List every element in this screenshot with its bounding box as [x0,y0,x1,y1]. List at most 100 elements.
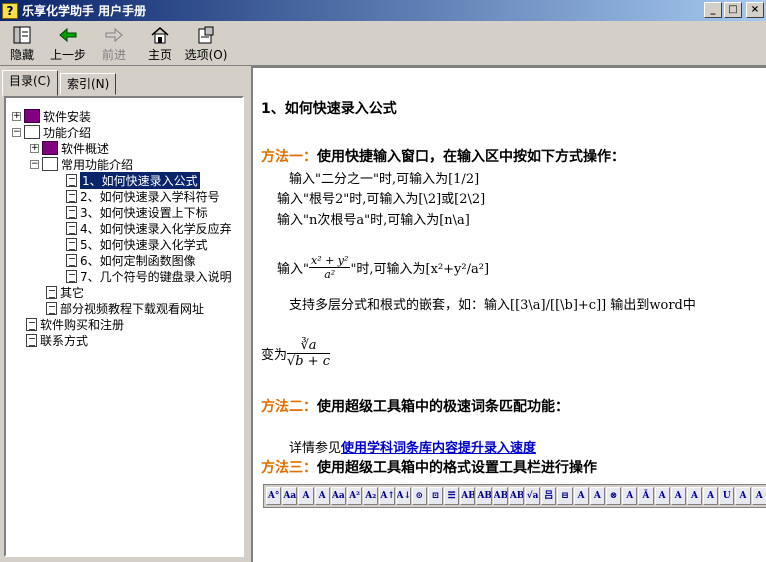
minimize-button[interactable]: _ [704,2,722,18]
example-line-2: 输入"根号2"时,可输入为[\2]或[2\2] [277,192,486,207]
tree-item-label: 6、如何定制函数图像 [80,253,196,268]
open-book-icon [42,157,58,171]
tree-item[interactable]: 4、如何快速录入化学反应弃 [66,220,232,236]
page-icon [46,285,57,299]
format-button: A² [346,487,363,505]
fraction-formula: x² + y² a² [308,254,351,281]
title-bar: ? 乐享化学助手 用户手册 _ □ × [0,0,766,21]
tree-item-label: 软件概述 [61,141,110,156]
format-button: A↑ [379,487,395,505]
example-line-4: 输入" x² + y² a² "时,可输入为[x²+y²/a²] [277,254,489,281]
format-button: A↓ [395,487,411,505]
home-icon [149,25,171,45]
toolbar: 隐藏 上一步 前进 主页 选项(O) [0,22,766,66]
page-icon [66,269,77,283]
format-button: A [654,487,670,505]
format-button: A [670,487,686,505]
format-button: AB [476,487,492,505]
tree-item-label: 7、几个符号的键盘录入说明 [80,269,232,284]
format-button: ☰ [444,487,460,505]
nav-tabs: 目录(C) 索引(N) [0,70,248,96]
method1-text: 使用快捷输入窗口，在输入区中按如下方式操作： [317,149,625,165]
maximize-button[interactable]: □ [724,2,742,18]
method3-text: 使用超级工具箱中的格式设置工具栏进行操作 [317,460,597,476]
format-button: √a [525,487,541,505]
tree-item[interactable]: 联系方式 [26,332,88,348]
method3-line: 方法三：使用超级工具箱中的格式设置工具栏进行操作 [261,457,597,477]
example-line-3: 输入"n次根号a"时,可输入为[n\a] [277,213,470,228]
hide-button[interactable]: 隐藏 [0,22,44,64]
tree-item[interactable]: 5、如何快速录入化学式 [66,236,208,252]
format-button: A [703,487,719,505]
open-book-icon [24,125,40,139]
tree-item[interactable]: − 功能介绍 [12,124,91,140]
page-icon [66,173,77,187]
options-label: 选项(O) [184,48,228,62]
format-button: A [735,487,751,505]
page-icon [46,301,57,315]
fraction-numerator: x² + y² [308,254,351,268]
nested-fraction-formula: ∛a √b + c [287,338,331,369]
tree-item[interactable]: 其它 [46,284,84,300]
page-icon [66,205,77,219]
line4-suffix: "时,可输入为[x²+y²/a²] [350,262,490,277]
tree-item-label: 4、如何快速录入化学反应弃 [80,221,232,236]
page-icon [66,221,77,235]
tree-item-label: 常用功能介绍 [61,157,134,172]
expand-icon[interactable]: + [30,143,39,153]
close-button[interactable]: × [746,2,764,18]
format-button: A₂ [363,487,379,505]
tree-item[interactable]: + 软件安装 [12,108,91,124]
collapse-icon[interactable]: − [12,127,21,137]
page-icon [66,253,77,267]
method3-label: 方法三： [261,460,317,476]
method2-line: 方法二：使用超级工具箱中的极速词条匹配功能： [261,396,569,416]
see-also-link[interactable]: 使用学科词条库内容提升录入速度 [341,441,536,456]
format-button: ⊡ [427,487,444,505]
forward-label: 前进 [101,48,126,62]
back-button[interactable]: 上一步 [46,22,90,64]
tab-contents[interactable]: 目录(C) [2,70,58,96]
options-button[interactable]: 选项(O) [184,22,228,64]
back-arrow-icon [57,25,79,45]
page-icon [66,237,77,251]
tree-item[interactable]: 6、如何定制函数图像 [66,252,196,268]
tab-index[interactable]: 索引(N) [60,73,117,95]
format-button: A [589,487,605,505]
format-button: A [573,487,589,505]
window-title: 乐享化学助手 用户手册 [22,4,147,18]
format-button: A [686,487,703,505]
tree-item[interactable]: 2、如何快速录入学科符号 [66,188,220,204]
format-button: 吕 [541,487,557,505]
method1-label: 方法一： [261,149,317,165]
home-label: 主页 [147,48,172,62]
tree-item[interactable]: + 软件概述 [30,140,109,156]
format-button: A [298,487,314,505]
collapse-icon[interactable]: − [30,159,39,169]
tree-item[interactable]: 7、几个符号的键盘录入说明 [66,268,232,284]
tree-item[interactable]: 软件购买和注册 [26,316,124,332]
tree-item-label: 5、如何快速录入化学式 [80,237,208,252]
line6-prefix: 变为 [261,348,288,363]
tree-item[interactable]: 部分视频教程下载观看网址 [46,300,204,316]
home-button[interactable]: 主页 [138,22,182,64]
help-window: ? 乐享化学助手 用户手册 _ □ × 隐藏 上一步 前进 主页 选项(O) 目… [0,0,766,562]
expand-icon[interactable]: + [12,111,21,121]
page-icon [26,333,37,347]
forward-arrow-icon [103,25,125,45]
contents-tree: + 软件安装 − 功能介绍 + 软件概述 − 常用功能介绍 1、如何快速录入公式 2、如何快速录入… [4,96,244,557]
tree-item[interactable]: 1、如何快速录入公式 [66,171,200,189]
tree-item-label: 1、如何快速录入公式 [80,171,200,189]
nested-numerator: ∛a [287,338,331,354]
tree-item[interactable]: − 常用功能介绍 [30,156,133,172]
hide-label: 隐藏 [9,48,34,62]
app-icon: ? [2,2,18,19]
forward-button[interactable]: 前进 [92,22,136,64]
format-button: A° [266,487,282,505]
see-also-prefix: 详情参见 [289,441,342,456]
tree-item[interactable]: 3、如何快速设置上下标 [66,204,208,220]
tree-item-label: 其它 [60,285,85,300]
tree-item-label: 软件购买和注册 [40,317,125,332]
options-icon [195,25,217,45]
format-button: A [314,487,330,505]
